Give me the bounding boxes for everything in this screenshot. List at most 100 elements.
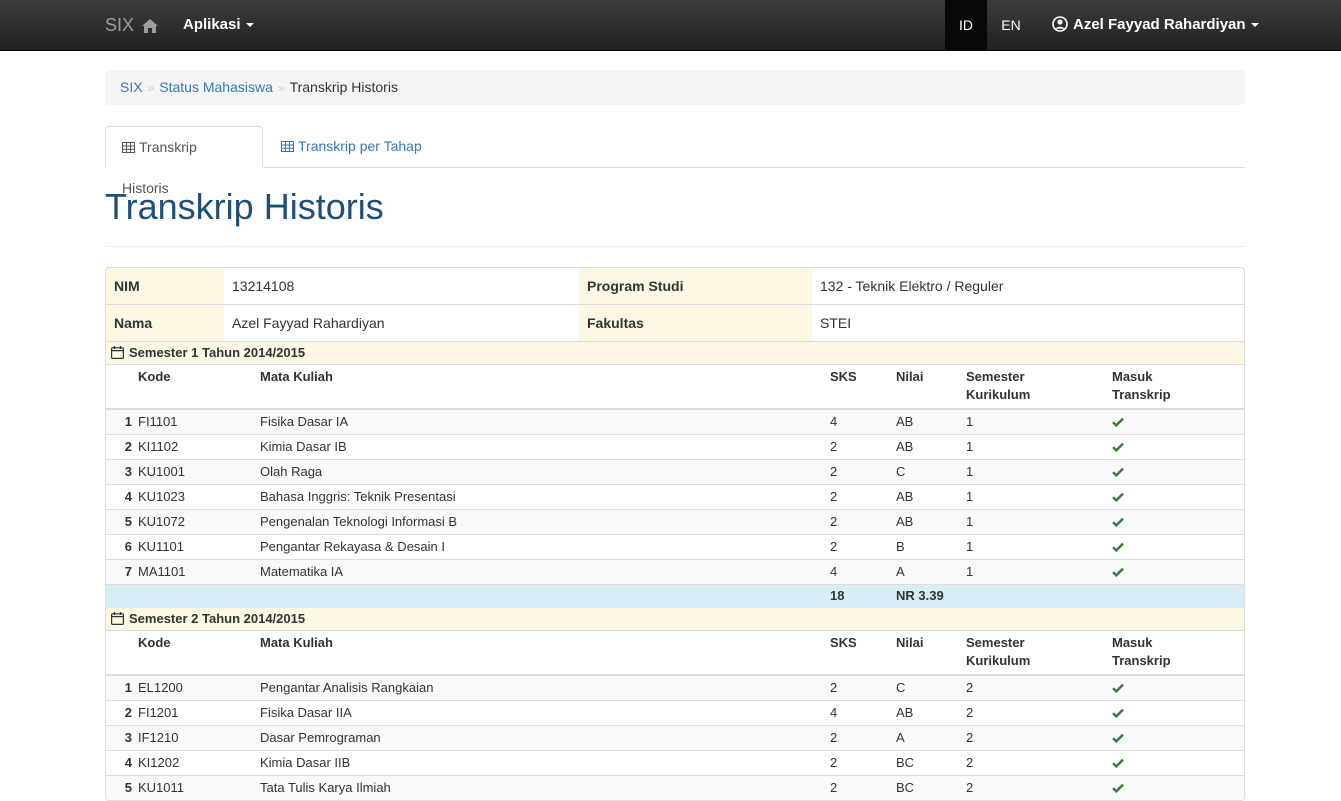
check-icon <box>1112 753 1124 775</box>
col-masuk-line1: Masuk <box>1112 634 1153 650</box>
check-icon <box>1112 562 1124 584</box>
col-kode: Kode <box>134 630 256 676</box>
course-included <box>1108 408 1244 435</box>
table-row: 6 KU1101 Pengantar Rekayasa & Desain I2B1 <box>106 534 1244 560</box>
grid-icon <box>122 128 135 168</box>
row-number: 1 <box>106 674 134 700</box>
caret-down-icon <box>245 23 254 28</box>
course-name: Tata Tulis Karya Ilmiah <box>256 774 826 800</box>
user-dropdown[interactable]: Azel Fayyad Rahardiyan <box>1052 0 1259 50</box>
course-code: IF1210 <box>134 724 256 750</box>
breadcrumb-active: Transkrip Historis <box>289 79 398 95</box>
check-icon <box>1112 703 1124 725</box>
apps-label: Aplikasi <box>183 16 241 33</box>
check-icon <box>1112 728 1124 750</box>
col-semester-line2: Kurikulum <box>966 387 1031 402</box>
table-row: 1 FI1101 Fisika Dasar IA 4 AB 1 <box>106 408 1244 435</box>
col-masuk-transkrip: Masuk Transkrip <box>1108 365 1244 410</box>
tab-bar: Transkrip Historis Transkrip per Tahap <box>105 126 1245 196</box>
table-row: 3 KU1001 Olah Raga 2 C 1 <box>106 459 1244 485</box>
course-code: FI1201 <box>134 699 256 725</box>
course-grade: AB <box>892 699 962 725</box>
col-no <box>106 630 134 676</box>
course-sks: 2 <box>826 434 892 460</box>
course-grade: AB <box>892 484 962 510</box>
col-semester-line1: Semester <box>966 369 1025 384</box>
user-name: Azel Fayyad Rahardiyan <box>1073 16 1246 33</box>
course-sks: 2 <box>826 749 892 775</box>
col-sks: SKS <box>826 365 892 410</box>
fakultas-value: STEI <box>820 315 852 331</box>
tab-transkrip-per-tahap[interactable]: Transkrip per Tahap <box>265 126 438 168</box>
col-mata-kuliah: Mata Kuliah <box>256 630 826 676</box>
caret-down-icon <box>1250 23 1259 28</box>
course-included <box>1108 484 1244 510</box>
course-semester: 1 <box>962 484 1108 510</box>
course-included <box>1108 459 1244 485</box>
course-semester: 2 <box>962 724 1108 750</box>
tab-label: Transkrip per Tahap <box>298 138 422 154</box>
home-icon <box>142 2 159 52</box>
prodi-value: 132 - Teknik Elektro / Reguler <box>820 278 1004 294</box>
breadcrumb: SIX » Status Mahasiswa » Transkrip Historis <box>105 70 1245 105</box>
semester-list: Semester 1 Tahun 2014/2015 Kode Mata Kulia… <box>106 342 1244 800</box>
col-semester-line1: Semester <box>966 634 1025 650</box>
semester-total-row: 18 NR 3.39 <box>106 584 1244 608</box>
breadcrumb-status-mahasiswa[interactable]: Status Mahasiswa <box>159 79 273 95</box>
course-name: Pengenalan Teknologi Informasi B <box>256 509 826 535</box>
course-grade: A <box>892 724 962 750</box>
course-code: EL1200 <box>134 674 256 700</box>
check-icon <box>1112 462 1124 484</box>
course-name: Pengantar Analisis Rangkaian <box>256 674 826 700</box>
calendar-icon <box>111 610 125 632</box>
brand-label: SIX <box>105 15 135 35</box>
page-title: Transkrip Historis <box>105 186 384 227</box>
course-code: KU1011 <box>134 774 256 800</box>
brand-link[interactable]: SIX <box>105 0 159 52</box>
col-mata-kuliah: Mata Kuliah <box>256 365 826 410</box>
semester-title: Semester 2 Tahun 2014/2015 <box>129 610 306 626</box>
semester-title: Semester 1 Tahun 2014/2015 <box>129 345 306 360</box>
course-code: KI1102 <box>134 434 256 460</box>
course-name: Kimia Dasar IIB <box>256 749 826 775</box>
breadcrumb-six[interactable]: SIX <box>120 79 143 95</box>
nama-label: Nama <box>106 305 224 341</box>
check-icon <box>1112 512 1124 534</box>
nim-label: NIM <box>106 268 224 304</box>
course-code: KU1101 <box>134 534 256 560</box>
course-sks: 2 <box>826 534 892 560</box>
row-number: 6 <box>106 534 134 560</box>
course-grade: AB <box>892 434 962 460</box>
row-number: 4 <box>106 749 134 775</box>
table-row: 5 KU1011 Tata Tulis Karya Ilmiah 2 BC 2 <box>106 774 1244 800</box>
course-code: KU1072 <box>134 509 256 535</box>
col-kode: Kode <box>134 365 256 410</box>
user-circle-icon <box>1052 3 1068 53</box>
col-sks: SKS <box>826 630 892 676</box>
col-semester-kurikulum: Semester Kurikulum <box>962 365 1108 410</box>
course-semester: 1 <box>962 559 1108 585</box>
course-code: KU1001 <box>134 459 256 485</box>
grid-icon <box>281 127 294 167</box>
lang-en-button[interactable]: EN <box>990 0 1032 50</box>
course-name: Fisika Dasar IIA <box>256 699 826 725</box>
fakultas-label: Fakultas <box>579 305 812 341</box>
tab-transkrip-historis[interactable]: Transkrip Historis <box>105 126 263 196</box>
table-row: 4 KI1202 Kimia Dasar IIB 2 BC 2 <box>106 749 1244 775</box>
row-number: 3 <box>106 724 134 750</box>
course-semester: 1 <box>962 408 1108 435</box>
check-icon <box>1112 487 1124 509</box>
total-sks: 18 <box>826 584 892 608</box>
course-sks: 2 <box>826 509 892 535</box>
course-included <box>1108 559 1244 585</box>
lang-id-button[interactable]: ID <box>945 0 987 50</box>
course-included <box>1108 534 1244 560</box>
check-icon <box>1112 678 1124 700</box>
course-name: Dasar Pemrograman <box>256 724 826 750</box>
course-table: Kode Mata Kuliah SKS Nilai Semester Kurikulum… <box>106 630 1244 800</box>
check-icon <box>1112 537 1124 559</box>
course-name: Matematika IA <box>256 559 826 585</box>
course-code: KI1202 <box>134 749 256 775</box>
col-nilai: Nilai <box>892 630 962 676</box>
apps-dropdown[interactable]: Aplikasi <box>183 0 254 50</box>
